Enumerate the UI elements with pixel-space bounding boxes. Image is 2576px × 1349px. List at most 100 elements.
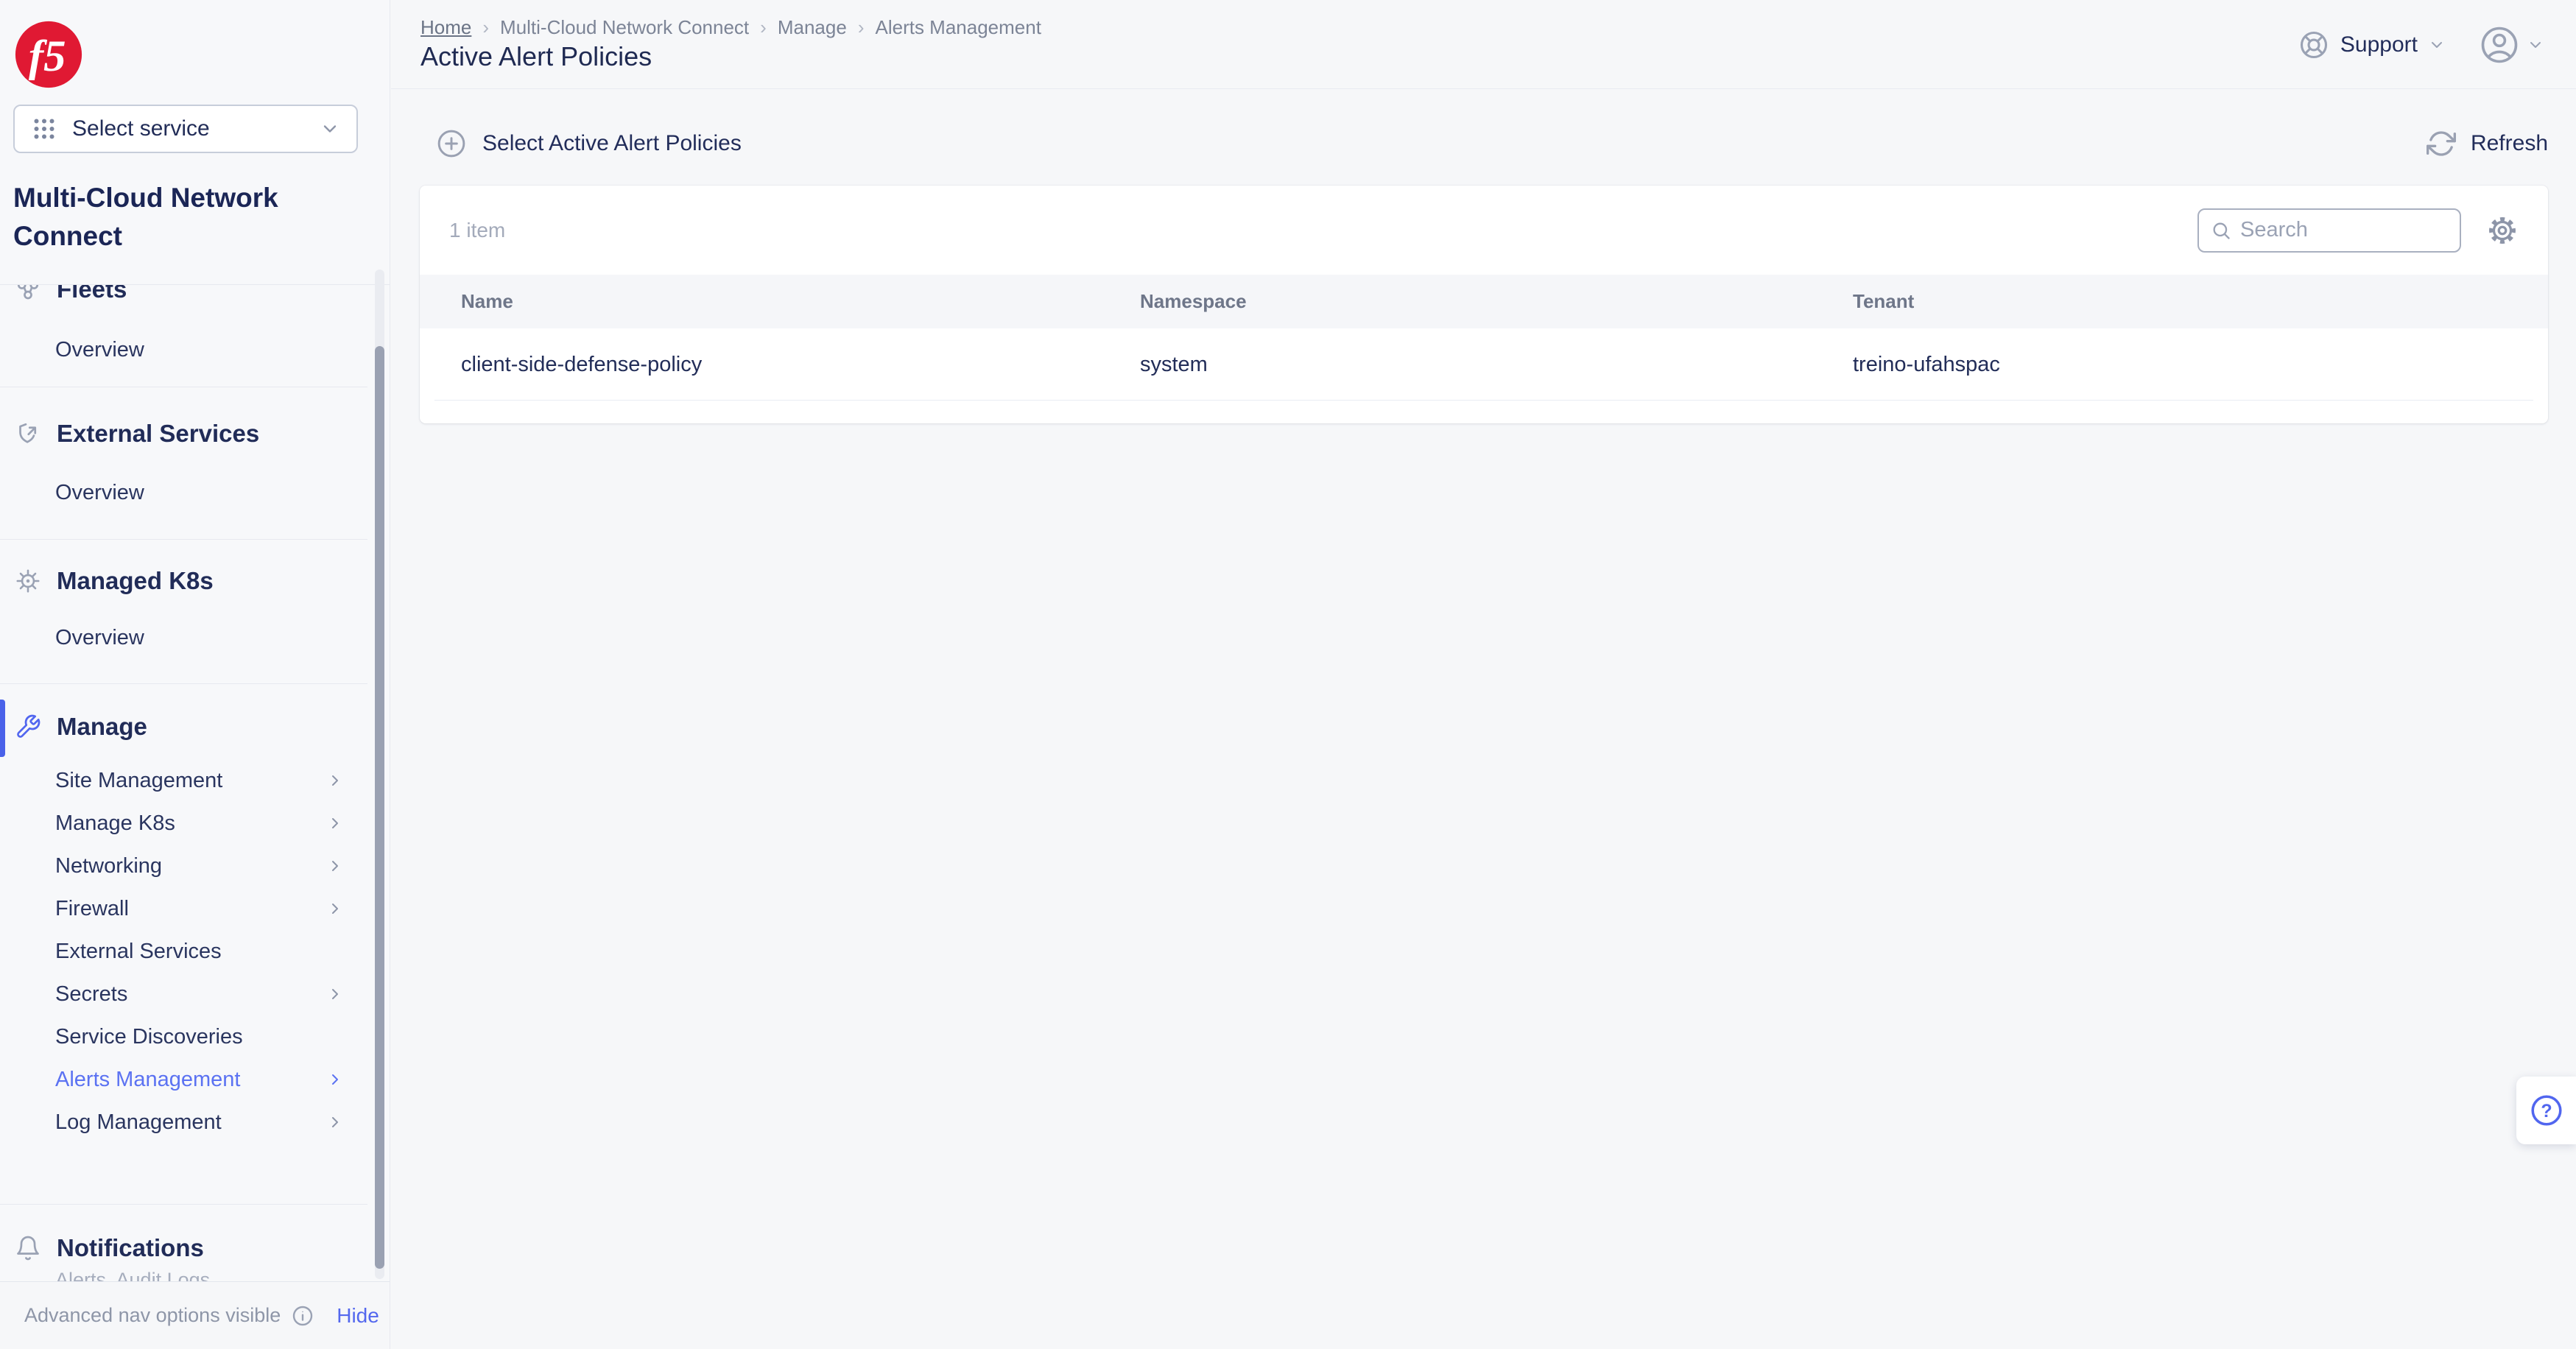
search-icon: [2211, 219, 2231, 242]
sidebar-section-external-services[interactable]: External Services: [0, 415, 390, 453]
breadcrumb-alerts-management[interactable]: Alerts Management: [875, 16, 1041, 39]
sidebar-section-managed-k8s[interactable]: Managed K8s: [0, 562, 390, 600]
product-title: Multi-Cloud Network Connect: [13, 179, 323, 256]
shield-arrow-icon: [15, 420, 41, 447]
advanced-nav-text: Advanced nav options visible: [24, 1304, 281, 1327]
search-input[interactable]: [2240, 218, 2448, 242]
sidebar-item-managed-k8s-overview[interactable]: Overview: [55, 623, 344, 652]
notifications-subtitle: Alerts, Audit Logs: [55, 1269, 390, 1281]
refresh-button[interactable]: Refresh: [2427, 129, 2548, 158]
sidebar-section-notifications[interactable]: Notifications: [0, 1229, 390, 1267]
nav-item-label: Overview: [55, 481, 144, 505]
f5-logo-text: f5: [29, 32, 66, 81]
select-service-dropdown[interactable]: Select service: [13, 105, 358, 153]
page-title: Active Alert Policies: [420, 41, 652, 72]
chevron-right-icon: [326, 985, 344, 1003]
grid-icon: [31, 116, 57, 142]
refresh-icon: [2427, 129, 2456, 158]
f5-logo-icon: f5: [15, 21, 82, 88]
select-service-label: Select service: [72, 116, 305, 141]
sidebar-item-networking[interactable]: Networking: [55, 845, 344, 887]
select-active-label: Select Active Alert Policies: [482, 131, 742, 156]
f5-logo[interactable]: f5: [15, 21, 82, 88]
chevron-down-icon: [2428, 36, 2446, 54]
cell-name: client-side-defense-policy: [461, 353, 1140, 377]
sidebar-section-manage[interactable]: Manage: [0, 708, 390, 746]
sidebar-footer: Advanced nav options visible Hide: [0, 1281, 390, 1349]
bell-icon: [15, 1235, 41, 1261]
nav-item-label: Alerts Management: [55, 1068, 240, 1092]
breadcrumb-mcn-connect[interactable]: Multi-Cloud Network Connect: [500, 16, 749, 39]
sidebar-nav: Fleets Overview External Services Overvi…: [0, 284, 390, 1281]
sidebar-section-label: Managed K8s: [57, 567, 214, 595]
life-ring-icon: [2298, 29, 2330, 61]
svg-text:?: ?: [2541, 1101, 2552, 1121]
sidebar-item-secrets[interactable]: Secrets: [55, 973, 344, 1015]
sidebar-item-service-discoveries[interactable]: Service Discoveries: [55, 1015, 344, 1058]
table-row[interactable]: client-side-defense-policy system treino…: [420, 328, 2548, 401]
chevron-right-icon: [326, 814, 344, 832]
sidebar-item-fleets-overview[interactable]: Overview: [55, 335, 344, 364]
chevron-right-icon: [326, 772, 344, 789]
chevron-right-icon: [326, 1113, 344, 1131]
sidebar-scrollbar-thumb[interactable]: [375, 346, 384, 1269]
sidebar-item-external-services-overview[interactable]: Overview: [55, 478, 344, 507]
hide-nav-link[interactable]: Hide: [337, 1304, 379, 1328]
nav-item-label: Secrets: [55, 982, 127, 1007]
wrench-icon: [15, 714, 41, 740]
table-toolbar: 1 item: [420, 186, 2548, 275]
help-button[interactable]: ?: [2516, 1077, 2576, 1144]
helm-icon: [15, 568, 41, 594]
header-right: Support: [2298, 25, 2544, 65]
nav-item-label: Overview: [55, 338, 144, 362]
item-count: 1 item: [449, 219, 505, 242]
plus-circle-icon: [435, 127, 468, 160]
refresh-label: Refresh: [2471, 131, 2548, 156]
sidebar-item-external-services[interactable]: External Services: [55, 930, 344, 973]
nav-item-label: Log Management: [55, 1110, 222, 1135]
fleets-icon: [15, 284, 41, 303]
chevron-down-icon: [320, 119, 340, 139]
chevron-right-icon: [326, 900, 344, 917]
sidebar: f5 Select service Multi-Cloud Network Co…: [0, 0, 390, 1349]
sidebar-item-alerts-management[interactable]: Alerts Management: [55, 1058, 344, 1101]
app-root: f5 Select service Multi-Cloud Network Co…: [0, 0, 2576, 1349]
breadcrumb-home[interactable]: Home: [420, 16, 471, 39]
row-divider: [434, 400, 2533, 401]
account-menu-button[interactable]: [2480, 25, 2544, 65]
support-label: Support: [2340, 32, 2418, 57]
sidebar-item-site-management[interactable]: Site Management: [55, 759, 344, 802]
manage-items: Site Management Manage K8s Networking Fi…: [0, 759, 390, 1144]
sidebar-section-label: Notifications: [57, 1234, 204, 1262]
cell-namespace: system: [1140, 353, 1853, 377]
main-header: Home › Multi-Cloud Network Connect › Man…: [391, 0, 2576, 89]
main-area: Home › Multi-Cloud Network Connect › Man…: [391, 0, 2576, 1349]
info-icon[interactable]: [291, 1304, 314, 1328]
breadcrumb-manage[interactable]: Manage: [778, 16, 847, 39]
support-button[interactable]: Support: [2298, 29, 2446, 61]
sidebar-item-firewall[interactable]: Firewall: [55, 887, 344, 930]
sidebar-scrollbar-track[interactable]: [375, 270, 384, 1279]
sidebar-item-log-management[interactable]: Log Management: [55, 1101, 344, 1144]
table-settings-button[interactable]: [2486, 214, 2519, 247]
chevron-right-icon: [326, 857, 344, 875]
chevron-right-icon: [326, 1071, 344, 1088]
active-section-indicator: [0, 700, 5, 757]
nav-item-label: Service Discoveries: [55, 1025, 243, 1049]
sidebar-section-label: Fleets: [57, 284, 127, 303]
nav-item-label: Firewall: [55, 897, 129, 921]
sidebar-item-manage-k8s[interactable]: Manage K8s: [55, 802, 344, 845]
column-header-name: Name: [461, 290, 1140, 313]
divider: [0, 683, 367, 684]
breadcrumb-separator: ›: [482, 16, 489, 39]
sidebar-section-fleets[interactable]: Fleets: [0, 284, 390, 309]
nav-item-label: Networking: [55, 854, 162, 878]
cell-tenant: treino-ufahspac: [1853, 353, 2548, 377]
breadcrumb: Home › Multi-Cloud Network Connect › Man…: [420, 16, 1041, 39]
alert-policies-table-card: 1 item Name Names: [420, 186, 2548, 423]
select-active-alert-policies-button[interactable]: Select Active Alert Policies: [435, 127, 742, 160]
breadcrumb-separator: ›: [858, 16, 865, 39]
table-header-row: Name Namespace Tenant: [420, 275, 2548, 328]
sidebar-section-label: External Services: [57, 420, 259, 448]
question-circle-icon: ?: [2529, 1093, 2564, 1128]
